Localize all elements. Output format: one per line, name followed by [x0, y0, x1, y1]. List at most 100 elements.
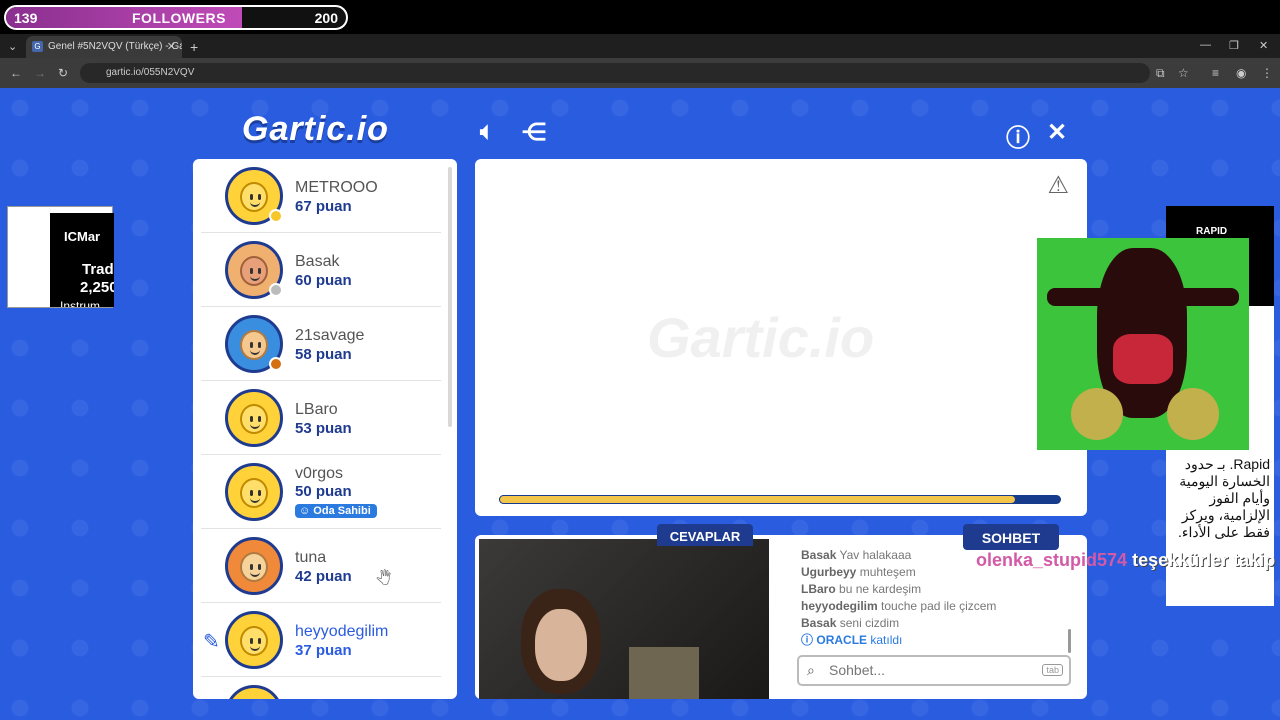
- gartic-logo[interactable]: Gartic.io: [242, 110, 389, 149]
- stream-overlay-bar: 139 FOLLOWERS 200: [0, 0, 1280, 34]
- chat-user: heyyodegilim: [801, 599, 878, 613]
- chat-user: Basak: [801, 548, 837, 562]
- avatar: [225, 389, 283, 447]
- left-ad-line2: Trad: [82, 261, 114, 278]
- player-row: [201, 677, 441, 699]
- chat-message: heyyodegilim touche pad ile çizcem: [801, 598, 1071, 615]
- player-score: 67 puan: [295, 198, 352, 215]
- player-list: METROOO 67 puan Basak 60 puan 21savage 5…: [193, 159, 457, 699]
- left-ad-banner: ICMar Trad 2,250 Instrum: [50, 213, 114, 307]
- system-text: katıldı: [870, 633, 903, 647]
- chat-text: touche pad ile çizcem: [881, 599, 997, 613]
- search-icon: ⌕: [807, 662, 815, 678]
- player-level-badge: [269, 209, 283, 223]
- player-row: Basak 60 puan: [201, 233, 441, 307]
- close-icon[interactable]: ✕: [1047, 118, 1067, 147]
- reload-icon[interactable]: ↻: [58, 66, 68, 80]
- chat-input-box[interactable]: ⌕ tab: [797, 655, 1071, 686]
- player-score: 60 puan: [295, 272, 352, 289]
- left-ad-line4: Instrum: [60, 299, 101, 307]
- drawing-canvas[interactable]: Gartic.io ⚠: [475, 159, 1087, 516]
- menu-icon[interactable]: ⋮: [1261, 66, 1273, 80]
- maximize-icon[interactable]: ❐: [1229, 39, 1239, 52]
- room-owner-badge: ☺ Oda Sahibi: [295, 504, 377, 518]
- left-ad-line1: ICMar: [64, 229, 101, 244]
- chat-user: LBaro: [801, 582, 836, 596]
- favicon-icon: G: [32, 41, 43, 52]
- followers-current: 139: [14, 10, 38, 26]
- player-score: 42 puan: [295, 568, 352, 585]
- avatar: [225, 167, 283, 225]
- stream-alert-image: [1037, 238, 1249, 450]
- player-name: Basak: [295, 253, 340, 270]
- player-row: v0rgos 50 puan ☺ Oda Sahibi: [201, 455, 441, 529]
- avatar: [225, 685, 283, 699]
- chat-text: bu ne kardeşim: [839, 582, 922, 596]
- address-bar-row: ← → ↻ gartic.io/055N2VQV ⧉ ☆ ≡ ◉ ⋮: [0, 58, 1280, 88]
- followers-label: FOLLOWERS: [132, 10, 226, 26]
- left-ad[interactable]: ICMar Trad 2,250 Instrum: [7, 206, 114, 308]
- chat-input[interactable]: [829, 662, 1019, 678]
- drawing-pencil-icon: ✎: [203, 631, 220, 653]
- chat-text: Yav halakaaa: [839, 548, 912, 562]
- tab-chat[interactable]: SOHBET: [963, 524, 1059, 550]
- player-row: METROOO 67 puan: [201, 159, 441, 233]
- install-icon[interactable]: ⧉: [1156, 66, 1165, 81]
- gartic-page: Gartic.io 🔈︎ ⋲ ⓘ ✕ ICMar Trad 2,250 Inst…: [0, 88, 1280, 720]
- player-row: ✎ heyyodegilim 37 puan: [201, 603, 441, 677]
- room-owner-label: Oda Sahibi: [313, 505, 371, 517]
- bookmark-star-icon[interactable]: ☆: [1178, 66, 1189, 80]
- share-icon[interactable]: ⋲: [522, 118, 546, 147]
- followers-goal-bar: 139 FOLLOWERS 200: [4, 5, 348, 30]
- round-timer-fill: [499, 495, 1017, 504]
- stream-alert-text: olenka_stupid574 teşekkürler takip için: [976, 550, 1280, 571]
- player-score: 37 puan: [295, 642, 352, 659]
- logo-text: Gartic.io: [242, 110, 389, 148]
- tab-answers[interactable]: CEVAPLAR: [657, 524, 753, 546]
- media-icon[interactable]: ≡: [1212, 66, 1219, 80]
- followers-goal: 200: [314, 10, 338, 26]
- tab-key-hint: tab: [1042, 664, 1063, 676]
- forward-icon[interactable]: →: [34, 66, 46, 80]
- sound-icon[interactable]: 🔈︎: [480, 118, 494, 146]
- profile-icon[interactable]: ◉: [1236, 66, 1246, 80]
- tab-title: Genel #5N2VQV (Türkçe) - Gartic: [48, 41, 182, 52]
- round-timer-bar: [499, 495, 1061, 504]
- player-score: 53 puan: [295, 420, 352, 437]
- browser-tab[interactable]: G Genel #5N2VQV (Türkçe) - Gartic ✕: [26, 36, 182, 58]
- player-list-scrollbar[interactable]: [448, 167, 452, 427]
- player-row: LBaro 53 puan: [201, 381, 441, 455]
- system-user: ORACLE: [816, 633, 868, 647]
- player-name: v0rgos: [295, 465, 344, 482]
- url-field[interactable]: gartic.io/055N2VQV: [80, 63, 1150, 83]
- report-warning-icon[interactable]: ⚠: [1047, 171, 1069, 200]
- right-ad-brand: RAPID: [1196, 226, 1228, 237]
- right-ad-text: Rapid. بـ حدود الخسارة اليومية وأيام الف…: [1178, 456, 1270, 540]
- player-level-badge: [269, 283, 283, 297]
- avatar: [225, 315, 283, 373]
- minimize-icon[interactable]: —: [1200, 39, 1211, 51]
- webcam-feed: [479, 539, 769, 699]
- system-message: ⓘ ORACLE katıldı: [801, 632, 1071, 649]
- tab-list-icon[interactable]: ⌄: [8, 40, 17, 53]
- player-name: 21savage: [295, 327, 365, 344]
- chat-text: seni cizdim: [839, 616, 900, 630]
- url-text: gartic.io/055N2VQV: [106, 67, 195, 78]
- webcam-background-object: [629, 647, 699, 699]
- info-icon[interactable]: ⓘ: [1006, 118, 1030, 153]
- new-tab-icon[interactable]: +: [190, 39, 198, 55]
- avatar: [225, 537, 283, 595]
- alert-username: olenka_stupid574: [976, 550, 1128, 570]
- close-tab-icon[interactable]: ✕: [167, 40, 176, 53]
- chat-scrollbar[interactable]: [1068, 629, 1071, 653]
- webcam-person-face: [535, 609, 587, 681]
- player-name: tuna: [295, 549, 327, 566]
- back-icon[interactable]: ←: [10, 66, 22, 80]
- avatar: [225, 241, 283, 299]
- canvas-watermark: Gartic.io: [647, 306, 875, 369]
- close-window-icon[interactable]: ✕: [1259, 39, 1268, 52]
- player-level-badge: [269, 357, 283, 371]
- player-name: heyyodegilim: [295, 623, 389, 640]
- mouse-cursor-icon: 🖑︎: [376, 570, 392, 586]
- chat-message: LBaro bu ne kardeşim: [801, 581, 1071, 598]
